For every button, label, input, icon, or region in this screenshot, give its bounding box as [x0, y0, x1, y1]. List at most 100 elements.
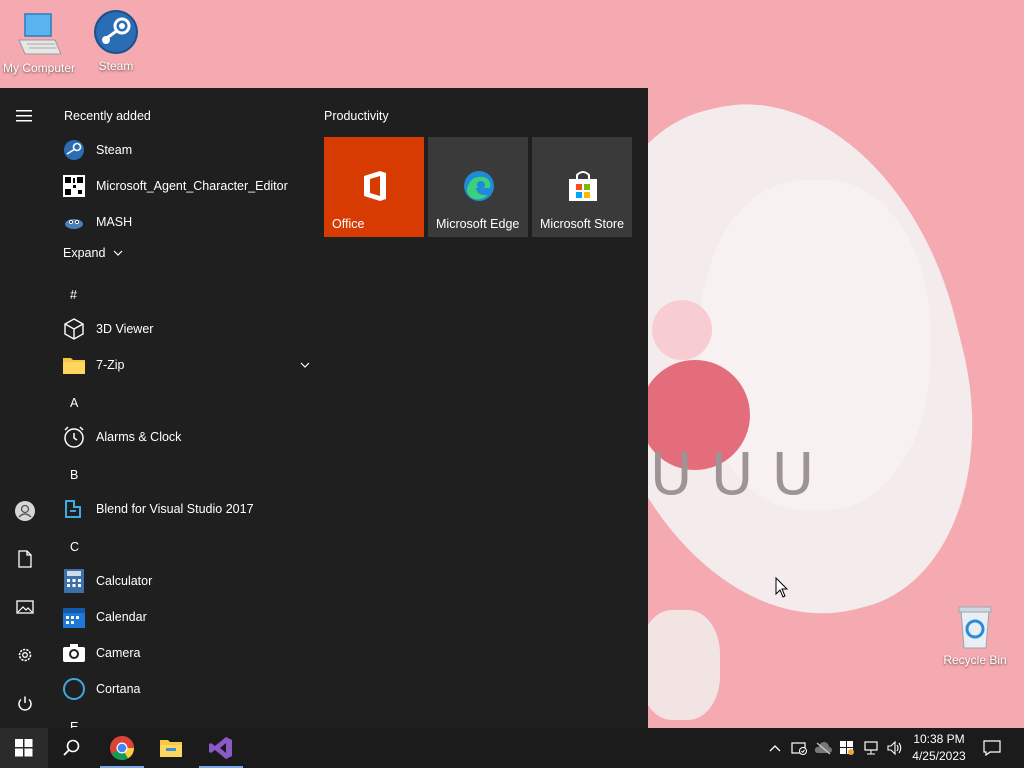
pictures-button[interactable]	[0, 585, 50, 629]
app-item-steam[interactable]: Steam	[62, 132, 302, 168]
steam-icon	[92, 8, 140, 56]
recently-added-title: Recently added	[64, 109, 151, 123]
account-button[interactable]	[0, 489, 50, 533]
blend-icon	[62, 497, 86, 521]
user-avatar-icon	[15, 501, 35, 521]
store-bag-icon	[569, 171, 597, 201]
chevron-down-icon	[113, 250, 123, 256]
power-icon	[18, 696, 32, 711]
app-item-camera[interactable]: Camera	[62, 635, 302, 671]
app-list: Recently added Steam Microsoft_Agent_Cha…	[50, 88, 312, 728]
app-item-alarms-clock[interactable]: Alarms & Clock	[62, 419, 302, 455]
tray-windows-update-button[interactable]	[835, 728, 859, 768]
group-letter-e[interactable]: E	[70, 720, 78, 728]
file-explorer-icon	[160, 740, 182, 757]
app-item-label: Cortana	[96, 682, 141, 696]
windows-security-icon	[840, 741, 854, 755]
notification-icon	[983, 740, 1001, 756]
visual-studio-icon	[209, 737, 232, 759]
mouse-cursor-icon	[775, 577, 789, 598]
tray-security-icon-button[interactable]	[787, 728, 811, 768]
app-item-label: Calculator	[96, 574, 153, 588]
clock-icon	[62, 425, 86, 449]
windows-logo-icon	[15, 739, 33, 757]
wallpaper-bottom-shape	[640, 610, 720, 720]
volume-icon	[887, 740, 902, 756]
recycle-bin-icon	[951, 602, 999, 650]
security-center-icon	[791, 742, 807, 755]
steam-icon	[62, 138, 86, 162]
hamburger-menu-button[interactable]	[0, 94, 50, 138]
chevron-down-icon[interactable]	[300, 361, 310, 369]
cortana-icon	[62, 677, 86, 701]
desktop-icon-my-computer[interactable]: My Computer	[1, 10, 77, 75]
camera-icon	[62, 641, 86, 665]
documents-button[interactable]	[0, 537, 50, 581]
clock-time: 10:38 PM	[913, 732, 965, 746]
action-center-button[interactable]	[980, 728, 1004, 768]
hamburger-icon	[16, 110, 32, 122]
tile-microsoft-edge[interactable]: Microsoft Edge	[428, 137, 528, 237]
office-icon	[364, 171, 386, 201]
app-item-label: Camera	[96, 646, 141, 660]
start-button[interactable]	[0, 728, 48, 768]
search-icon	[63, 739, 80, 756]
taskbar-visual-studio[interactable]	[197, 728, 245, 768]
app-item-mash[interactable]: MASH	[62, 204, 302, 240]
taskbar-clock[interactable]: 10:38 PM 4/25/2023	[904, 731, 974, 765]
desktop-icon-label: My Computer	[2, 61, 76, 75]
expand-button[interactable]: Expand	[63, 246, 123, 260]
clock-date: 4/25/2023	[912, 749, 966, 763]
picture-icon	[16, 600, 34, 614]
app-item-label: Blend for Visual Studio 2017	[96, 502, 254, 516]
app-item-label: Microsoft_Agent_Character_Editor	[96, 179, 288, 193]
tile-office[interactable]: Office	[324, 137, 424, 237]
calculator-icon	[62, 569, 86, 593]
app-item-7zip[interactable]: 7-Zip	[62, 347, 310, 383]
mash-icon	[62, 210, 86, 234]
desktop-icon-label: Steam	[98, 59, 134, 73]
tile-label: Microsoft Edge	[436, 217, 520, 231]
app-item-blend[interactable]: Blend for Visual Studio 2017	[62, 491, 302, 527]
tray-network-button[interactable]	[859, 728, 883, 768]
app-item-label: Calendar	[96, 610, 147, 624]
start-menu: Recently added Steam Microsoft_Agent_Cha…	[0, 88, 648, 728]
group-letter-c[interactable]: C	[70, 540, 79, 554]
app-item-label: 7-Zip	[96, 358, 125, 372]
qr-app-icon	[62, 174, 86, 198]
tile-label: Office	[332, 217, 365, 231]
taskbar-chrome[interactable]	[98, 728, 146, 768]
app-item-label: MASH	[96, 215, 133, 229]
group-letter-hash[interactable]: #	[70, 288, 77, 302]
cube-icon	[62, 317, 86, 341]
app-item-calculator[interactable]: Calculator	[62, 563, 302, 599]
edge-icon	[464, 171, 494, 201]
computer-icon	[15, 10, 63, 58]
app-item-calendar[interactable]: Calendar	[62, 599, 302, 635]
group-letter-b[interactable]: B	[70, 468, 78, 482]
tile-microsoft-store[interactable]: Microsoft Store	[532, 137, 632, 237]
show-hidden-icons-button[interactable]	[763, 728, 787, 768]
start-rail	[0, 88, 50, 728]
app-item-agent-editor[interactable]: Microsoft_Agent_Character_Editor	[62, 168, 302, 204]
taskbar-file-explorer[interactable]	[147, 728, 195, 768]
desktop-icon-steam[interactable]: Steam	[78, 8, 154, 73]
desktop-icon-label: Recycle Bin	[943, 653, 1007, 667]
app-item-label: Alarms & Clock	[96, 430, 182, 444]
settings-button[interactable]	[0, 633, 50, 677]
desktop-icon-recycle-bin[interactable]: Recycle Bin	[937, 602, 1013, 667]
expand-label: Expand	[63, 246, 106, 260]
tile-group-title: Productivity	[324, 109, 389, 123]
taskbar: 10:38 PM 4/25/2023	[0, 728, 1024, 768]
app-item-cortana[interactable]: Cortana	[62, 671, 302, 707]
app-item-3d-viewer[interactable]: 3D Viewer	[62, 311, 302, 347]
search-button[interactable]	[48, 728, 96, 768]
wallpaper-nose-shape	[652, 300, 712, 360]
folder-icon	[62, 353, 86, 377]
app-item-label: 3D Viewer	[96, 322, 154, 336]
document-icon	[18, 550, 32, 568]
group-letter-a[interactable]: A	[70, 396, 78, 410]
power-button[interactable]	[0, 682, 50, 726]
gear-icon	[18, 648, 32, 662]
tray-onedrive-button[interactable]	[811, 728, 835, 768]
